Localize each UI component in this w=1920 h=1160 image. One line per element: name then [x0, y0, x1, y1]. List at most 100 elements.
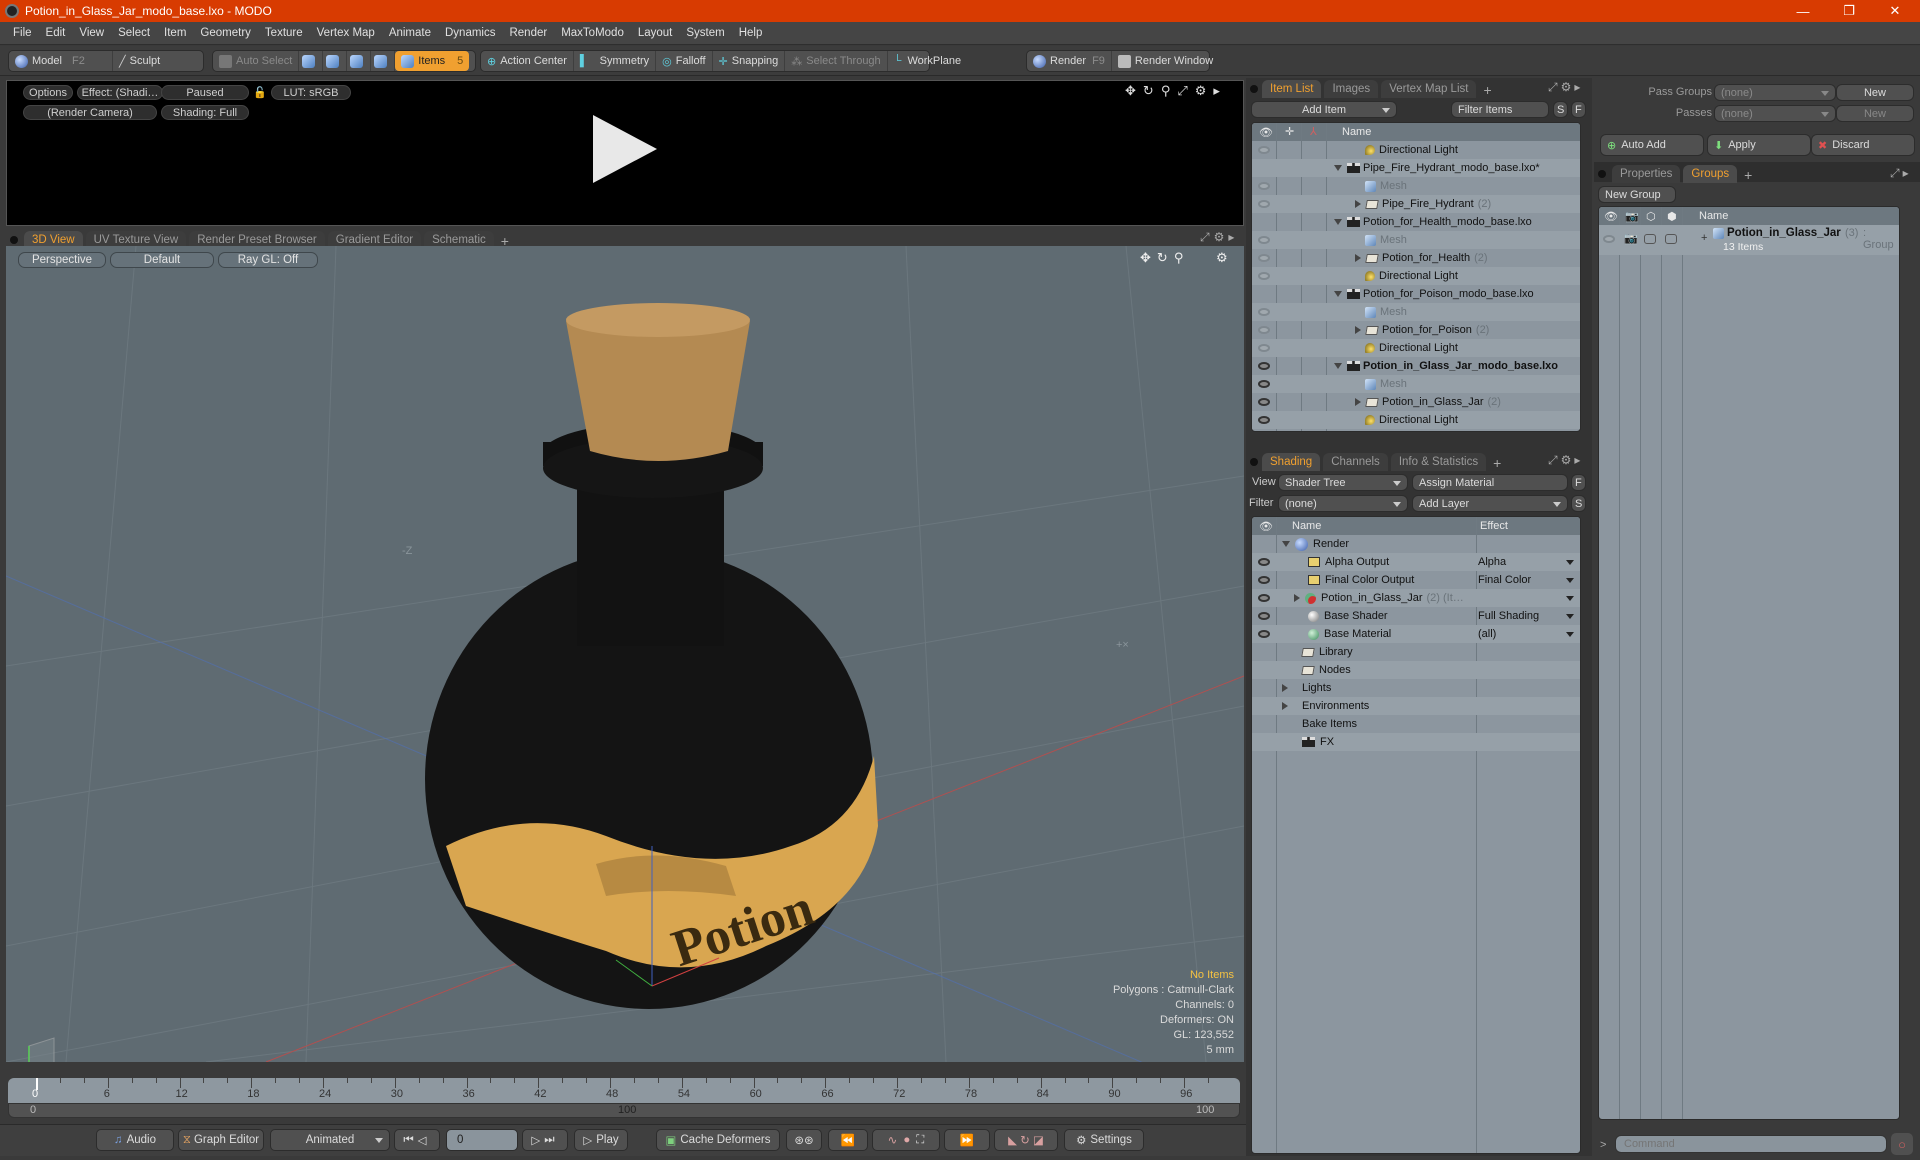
menu-edit[interactable]: Edit: [39, 27, 73, 39]
shader-tree-row[interactable]: Nodes: [1252, 661, 1580, 679]
collapsed-arrow-icon[interactable]: [1282, 702, 1288, 710]
settings-button[interactable]: ⚙ Settings: [1064, 1129, 1144, 1151]
key-square-icon[interactable]: ◪: [1033, 1133, 1044, 1147]
visibility-column-icon[interactable]: 👁: [1259, 126, 1273, 139]
model-mode-button[interactable]: Model F2: [9, 51, 113, 71]
orbit-icon[interactable]: ↻: [1157, 250, 1174, 265]
chevron-down-icon[interactable]: [1566, 632, 1574, 637]
visibility-eye-icon[interactable]: [1258, 594, 1270, 602]
snapping-button[interactable]: ✛ Snapping: [713, 51, 786, 71]
maximize-icon[interactable]: ⤢: [1548, 453, 1561, 467]
new-group-button[interactable]: New Group: [1598, 186, 1676, 203]
add-item-button[interactable]: Add Item: [1251, 101, 1397, 118]
name-column-header[interactable]: Name: [1342, 126, 1371, 138]
menu-vertex-map[interactable]: Vertex Map: [310, 27, 382, 39]
discard-button[interactable]: ✖ Discard: [1811, 134, 1915, 156]
select-column-icon[interactable]: ⬢: [1667, 210, 1677, 223]
pan-icon[interactable]: ✥: [1140, 250, 1157, 265]
graph-editor-button[interactable]: ⧖ Graph Editor: [178, 1129, 264, 1151]
play-render-icon[interactable]: [593, 115, 657, 183]
render-window-button[interactable]: Render Window: [1112, 51, 1219, 71]
visibility-eye-icon[interactable]: [1258, 630, 1270, 638]
timeline-ruler[interactable]: [8, 1078, 1240, 1103]
workplane-button[interactable]: └ WorkPlane: [888, 51, 967, 71]
record-buttons[interactable]: ∿ ● ⛶: [872, 1129, 940, 1151]
effect-dropdown[interactable]: Alpha: [1478, 556, 1506, 568]
collapsed-arrow-icon[interactable]: [1294, 594, 1300, 602]
tab-shading[interactable]: Shading: [1262, 453, 1321, 471]
preview-nav-icons[interactable]: ✥↻⚲⤢⚙▸: [1125, 83, 1227, 99]
preview-shading-dropdown[interactable]: Shading: Full: [161, 105, 249, 120]
effect-dropdown[interactable]: Final Color: [1478, 574, 1531, 586]
item-list-row[interactable]: Potion_in_Glass_Jar (2): [1252, 393, 1580, 411]
item-list-row[interactable]: Potion_for_Poison (2): [1252, 321, 1580, 339]
name-column-header[interactable]: Name: [1292, 520, 1321, 532]
preview-paused-button[interactable]: Paused: [161, 85, 249, 100]
new-pass-button[interactable]: New: [1836, 105, 1914, 122]
chevron-down-icon[interactable]: [1566, 614, 1574, 619]
shader-tree-row[interactable]: Potion_in_Glass_Jar (2) (It…: [1252, 589, 1580, 607]
rotate-icon[interactable]: ↻: [1143, 83, 1161, 98]
key-nav-buttons[interactable]: ⏪: [828, 1129, 868, 1151]
minimize-button[interactable]: —: [1780, 0, 1826, 22]
collapsed-arrow-icon[interactable]: [1355, 398, 1361, 406]
visibility-eye-icon[interactable]: [1258, 612, 1270, 620]
effect-dropdown[interactable]: (all): [1478, 628, 1496, 640]
item-list-row[interactable]: Potion_for_Health (2): [1252, 249, 1580, 267]
gear-icon[interactable]: ⚙: [1195, 83, 1214, 98]
preview-lut-dropdown[interactable]: LUT: sRGB: [271, 85, 351, 100]
passes-dropdown[interactable]: (none): [1714, 105, 1836, 122]
collapsed-arrow-icon[interactable]: [1355, 200, 1361, 208]
view-dropdown[interactable]: Shader Tree: [1278, 474, 1408, 491]
tab-images[interactable]: Images: [1324, 80, 1379, 98]
playhead[interactable]: [36, 1078, 38, 1090]
expanded-arrow-icon[interactable]: [1334, 291, 1342, 297]
move-icon[interactable]: ✥: [1125, 83, 1143, 98]
filter-dropdown[interactable]: (none): [1278, 495, 1408, 512]
visibility-eye-icon[interactable]: [1258, 398, 1270, 406]
maximize-button[interactable]: ❐: [1826, 0, 1872, 22]
visibility-column-icon[interactable]: 👁: [1604, 210, 1618, 223]
expand-arrow-icon[interactable]: ▸: [1903, 166, 1912, 180]
group-row[interactable]: 📷 + Potion_in_Glass_Jar (3) : Group 13 I…: [1599, 225, 1899, 255]
menu-maxtomodo[interactable]: MaxToModo: [554, 27, 631, 39]
visibility-eye-icon[interactable]: [1258, 146, 1270, 154]
shader-tree-row[interactable]: Alpha Output Alpha: [1252, 553, 1580, 571]
maximize-icon[interactable]: ⤢: [1200, 230, 1214, 244]
visibility-eye-icon[interactable]: [1603, 235, 1615, 243]
auto-add-button[interactable]: ⊕ Auto Add: [1600, 134, 1704, 156]
select-through-button[interactable]: ⁂ Select Through: [785, 51, 888, 71]
tab-groups[interactable]: Groups: [1683, 165, 1738, 183]
timeline[interactable]: 0 6 12 18 24 30 36 42 48 54 60 66 72 78 84 90 96 0 100 1…: [6, 1070, 1244, 1120]
preview-camera-dropdown[interactable]: (Render Camera): [23, 105, 157, 120]
panel-grip-icon[interactable]: [1250, 458, 1258, 466]
expand-arrow-icon[interactable]: ▸: [1574, 80, 1583, 94]
command-history-button[interactable]: ○: [1891, 1133, 1913, 1155]
keys-buttons[interactable]: ⊛ ⊛: [786, 1129, 822, 1151]
visibility-eye-icon[interactable]: [1258, 380, 1270, 388]
menu-select[interactable]: Select: [111, 27, 157, 39]
curve-icon[interactable]: ∿: [888, 1133, 898, 1147]
menu-file[interactable]: File: [6, 27, 39, 39]
panel-grip-icon[interactable]: [1250, 85, 1258, 93]
menu-layout[interactable]: Layout: [631, 27, 680, 39]
style-dropdown[interactable]: Default: [110, 252, 214, 268]
filter-items-field[interactable]: Filter Items: [1451, 101, 1549, 118]
first-frame-icon[interactable]: ⏮: [403, 1134, 417, 1147]
key-tools[interactable]: ◣ ↻ ◪: [994, 1129, 1058, 1151]
prev-key-icon[interactable]: ◁: [418, 1133, 431, 1147]
expand-arrow-icon[interactable]: ▸: [1213, 83, 1227, 98]
visibility-eye-icon[interactable]: [1258, 558, 1270, 566]
expanded-arrow-icon[interactable]: [1334, 363, 1342, 369]
key-cycle-icon[interactable]: ↻: [1020, 1133, 1030, 1147]
visibility-eye-icon[interactable]: [1258, 236, 1270, 244]
visibility-eye-icon[interactable]: [1258, 362, 1270, 370]
command-input[interactable]: [1615, 1135, 1887, 1153]
visibility-eye-icon[interactable]: [1258, 272, 1270, 280]
unlock-icon[interactable]: 🔓: [253, 86, 267, 99]
tab-channels[interactable]: Channels: [1323, 453, 1388, 471]
items-mode-button[interactable]: Items 5: [395, 51, 470, 71]
frame-field[interactable]: 0: [446, 1129, 518, 1151]
effect-dropdown[interactable]: Full Shading: [1478, 610, 1539, 622]
materials-mode-button[interactable]: [371, 51, 396, 71]
